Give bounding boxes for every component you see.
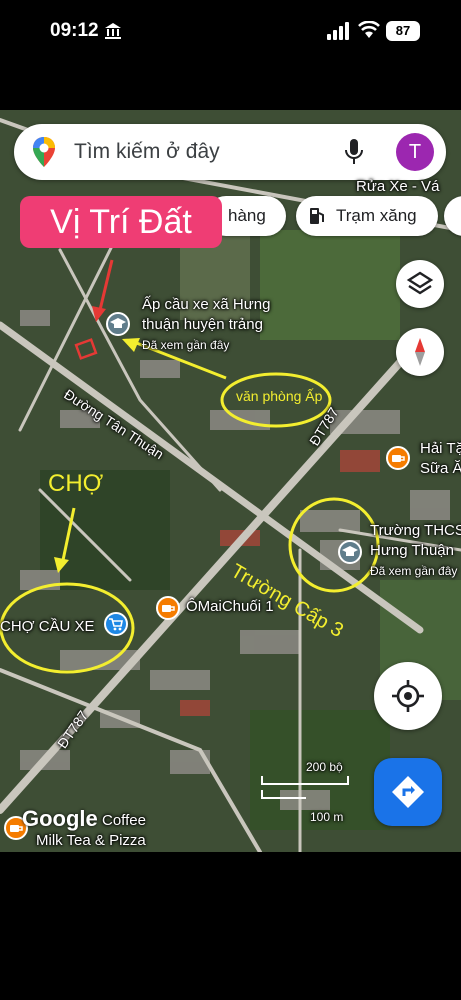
school-marker[interactable] xyxy=(338,540,362,564)
scale-ft-label: 200 bộ xyxy=(306,760,343,774)
cafe-icon xyxy=(162,605,175,612)
google-logo: Google xyxy=(22,806,98,831)
milk-tea-label[interactable]: Milk Tea & Pizza xyxy=(36,832,146,849)
omai-marker[interactable] xyxy=(156,596,180,620)
directions-icon xyxy=(392,776,424,808)
scale-m-label: 100 m xyxy=(310,810,344,824)
school-seen: Đã xem gần đây xyxy=(370,564,458,578)
account-avatar[interactable]: T xyxy=(396,133,434,171)
chip-gas-station[interactable]: Trạm xăng xyxy=(296,196,438,236)
directions-button[interactable] xyxy=(374,758,442,826)
bank-icon xyxy=(105,23,121,39)
car-wash-label[interactable]: Rửa Xe - Vá xyxy=(356,178,439,195)
land-location-annotation: Vị Trí Đất xyxy=(20,196,222,248)
my-location-button[interactable] xyxy=(374,662,442,730)
status-time: 09:12 xyxy=(50,20,99,41)
cafe-icon xyxy=(392,455,405,462)
hamlet-office-annotation: văn phòng Ấp xyxy=(236,388,323,404)
hai-tac-label-1[interactable]: Hải Tặ xyxy=(420,440,461,457)
school-icon xyxy=(342,546,358,556)
hamlet-office-name-2[interactable]: thuận huyện trảng xyxy=(142,316,263,333)
compass-icon xyxy=(415,338,425,366)
map-view[interactable]: Tìm kiếm ở đây T hàng Trạm xăng Vị Trí Đ… xyxy=(0,110,461,852)
omai-label[interactable]: ÔMaiChuối 1 xyxy=(186,598,274,615)
school-icon xyxy=(110,318,126,328)
chip-gas-label: Trạm xăng xyxy=(336,206,417,225)
mic-icon[interactable] xyxy=(344,138,364,166)
layers-icon xyxy=(406,271,434,295)
hamlet-office-seen: Đã xem gần đây xyxy=(142,338,230,352)
school-label-1[interactable]: Trường THCS xyxy=(370,522,461,539)
search-bar[interactable]: Tìm kiếm ở đây T xyxy=(14,124,446,180)
market-marker[interactable] xyxy=(104,612,128,636)
school-label-2[interactable]: Hưng Thuận xyxy=(370,542,454,559)
hamlet-office-name-1[interactable]: Ấp cầu xe xã Hưng xyxy=(142,296,270,313)
market-name-label[interactable]: CHỢ CẦU XE xyxy=(0,618,95,635)
market-annotation: CHỢ xyxy=(48,470,104,497)
compass-button[interactable] xyxy=(396,328,444,376)
coffee-label[interactable]: Coffee xyxy=(102,812,146,829)
gas-pump-icon xyxy=(310,208,324,224)
hamlet-office-marker[interactable] xyxy=(106,312,130,336)
layers-button[interactable] xyxy=(396,260,444,308)
maps-pin-icon xyxy=(33,137,55,167)
search-placeholder[interactable]: Tìm kiếm ở đây xyxy=(74,140,220,164)
battery-indicator: 87 xyxy=(386,21,420,41)
status-bar: 09:12 87 xyxy=(0,0,461,62)
signal-icon xyxy=(327,22,349,40)
locate-icon xyxy=(392,680,424,712)
hai-tac-label-2[interactable]: Sữa Ă xyxy=(420,460,461,477)
hai-tac-marker[interactable] xyxy=(386,446,410,470)
wifi-icon xyxy=(358,21,380,38)
shopping-cart-icon xyxy=(109,618,123,631)
